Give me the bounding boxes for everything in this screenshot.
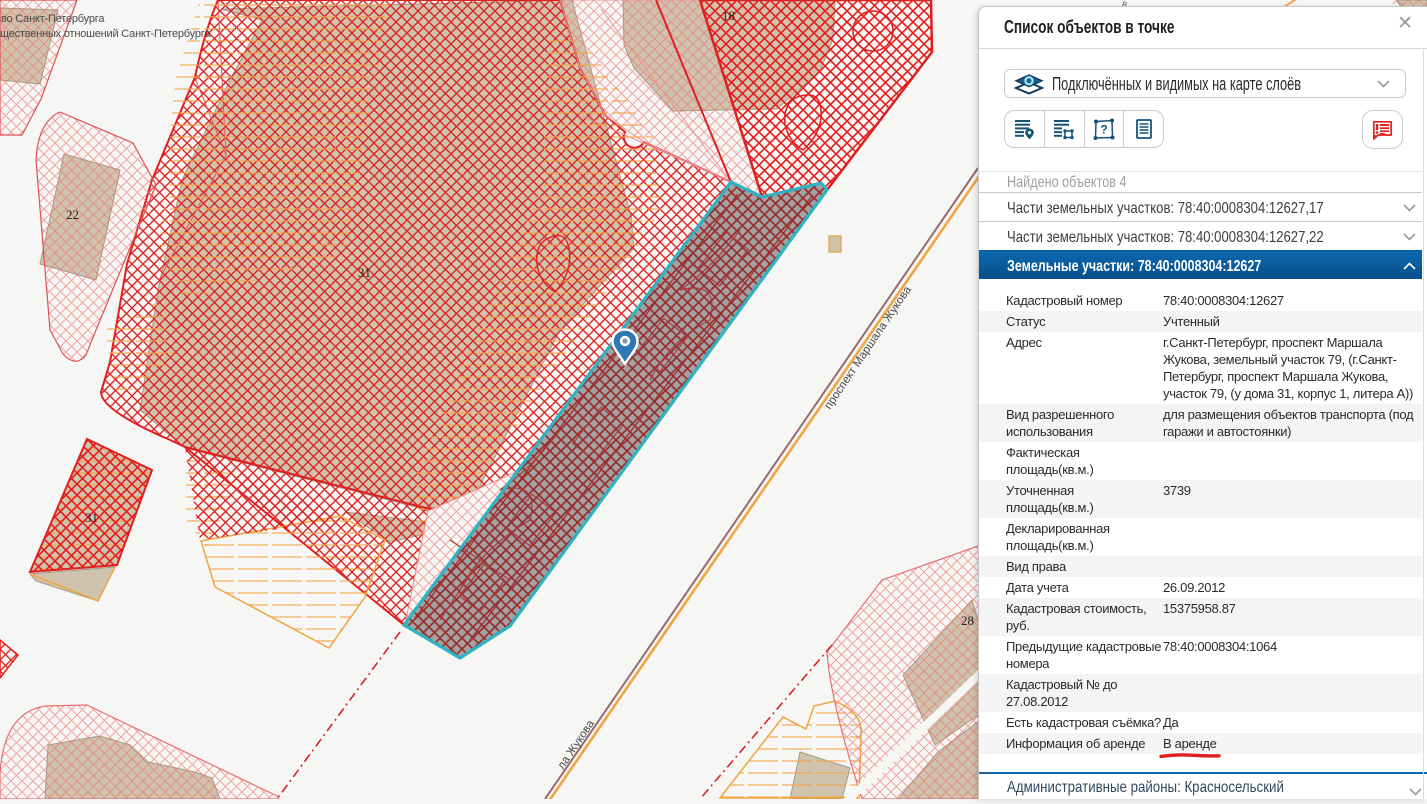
svg-text:31: 31 [85, 510, 98, 525]
svg-text:щественных отношений Санкт-Пет: щественных отношений Санкт-Петербурга [0, 28, 211, 40]
svg-text:28: 28 [961, 613, 974, 628]
svg-text:во Санкт-Петербурга: во Санкт-Петербурга [1, 13, 105, 25]
svg-text:31: 31 [358, 265, 371, 280]
svg-text:18: 18 [722, 8, 735, 23]
svg-text:22: 22 [66, 207, 79, 222]
svg-text:?: ? [1100, 122, 1107, 136]
